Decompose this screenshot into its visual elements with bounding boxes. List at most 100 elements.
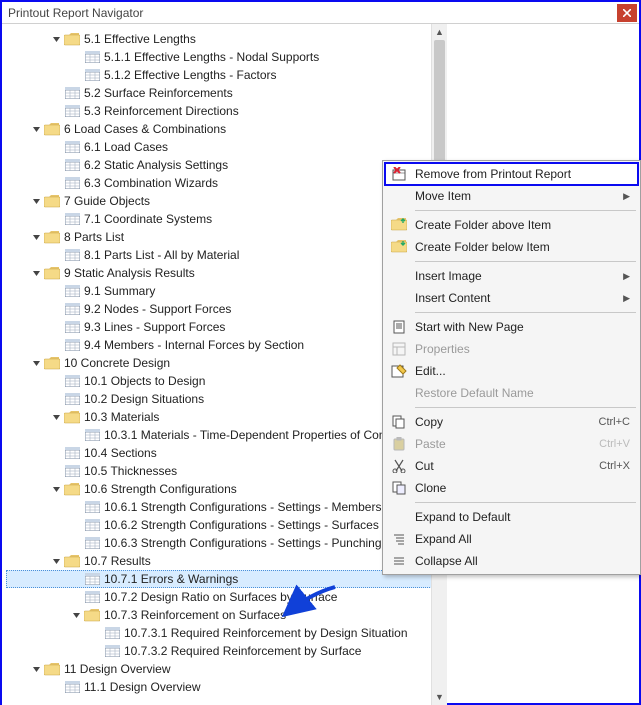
tree-row[interactable]: 10 Concrete Design: [6, 354, 446, 372]
menu-item[interactable]: Collapse All: [385, 550, 638, 572]
tree-row[interactable]: 6.1 Load Cases: [6, 138, 446, 156]
tree-row[interactable]: 5.2 Surface Reinforcements: [6, 84, 446, 102]
tree-row[interactable]: 5.3 Reinforcement Directions: [6, 102, 446, 120]
tree-row[interactable]: 10.2 Design Situations: [6, 390, 446, 408]
tree-row[interactable]: 7.1 Coordinate Systems: [6, 210, 446, 228]
tree-panel: 5.1 Effective Lengths5.1.1 Effective Len…: [2, 24, 447, 705]
menu-item-label: Edit...: [415, 364, 630, 378]
tree-item-label: 10.6.3 Strength Configurations - Setting…: [104, 534, 382, 552]
tree-item-label: 10.7 Results: [84, 552, 151, 570]
submenu-arrow-icon: ▶: [623, 271, 630, 282]
window-title: Printout Report Navigator: [8, 6, 617, 20]
tree-row[interactable]: 5.1.1 Effective Lengths - Nodal Supports: [6, 48, 446, 66]
folder-icon: [84, 608, 100, 622]
tree-row[interactable]: 6.2 Static Analysis Settings: [6, 156, 446, 174]
context-menu: Remove from Printout ReportMove Item▶Cre…: [382, 160, 641, 575]
tree-item-label: 11.1 Design Overview: [84, 678, 201, 696]
menu-item[interactable]: Move Item▶: [385, 185, 638, 207]
menu-item[interactable]: Clone: [385, 477, 638, 499]
tree-row[interactable]: 10.7.2 Design Ratio on Surfaces by Surfa…: [6, 588, 446, 606]
tree-row[interactable]: 9.1 Summary: [6, 282, 446, 300]
chevron-down-icon[interactable]: [50, 33, 62, 45]
menu-item-label: Create Folder below Item: [415, 240, 630, 254]
tree-item-label: 8.1 Parts List - All by Material: [84, 246, 239, 264]
tree-row[interactable]: 8 Parts List: [6, 228, 446, 246]
menu-item[interactable]: Start with New Page: [385, 316, 638, 338]
tree-row[interactable]: 10.7.1 Errors & Warnings: [6, 570, 446, 588]
tree-item-label: 10.7.3.1 Required Reinforcement by Desig…: [124, 624, 408, 642]
tree-row[interactable]: 10.7.3.1 Required Reinforcement by Desig…: [6, 624, 446, 642]
menu-item: PasteCtrl+V: [385, 433, 638, 455]
chevron-down-icon[interactable]: [30, 123, 42, 135]
chevron-down-icon[interactable]: [30, 267, 42, 279]
menu-item: Properties: [385, 338, 638, 360]
folder-icon: [44, 266, 60, 280]
tree-row[interactable]: 10.7.3 Reinforcement on Surfaces: [6, 606, 446, 624]
tree-row[interactable]: 10.6.3 Strength Configurations - Setting…: [6, 534, 446, 552]
table-icon: [64, 302, 80, 316]
tree-row[interactable]: 8.1 Parts List - All by Material: [6, 246, 446, 264]
tree-row[interactable]: 10.3 Materials: [6, 408, 446, 426]
table-icon: [64, 104, 80, 118]
chevron-down-icon[interactable]: [30, 663, 42, 675]
menu-item-label: Insert Content: [415, 291, 623, 305]
tree-row[interactable]: 10.6.1 Strength Configurations - Setting…: [6, 498, 446, 516]
tree[interactable]: 5.1 Effective Lengths5.1.1 Effective Len…: [2, 24, 446, 705]
folder-icon: [64, 554, 80, 568]
submenu-arrow-icon: ▶: [623, 191, 630, 202]
chevron-down-icon[interactable]: [50, 483, 62, 495]
page-icon: [389, 319, 409, 335]
tree-item-label: 5.3 Reinforcement Directions: [84, 102, 239, 120]
tree-row[interactable]: 9.2 Nodes - Support Forces: [6, 300, 446, 318]
tree-row[interactable]: 6 Load Cases & Combinations: [6, 120, 446, 138]
tree-item-label: 10.1 Objects to Design: [84, 372, 205, 390]
menu-item[interactable]: Insert Content▶: [385, 287, 638, 309]
tree-row[interactable]: 10.1 Objects to Design: [6, 372, 446, 390]
tree-item-label: 10.7.3.2 Required Reinforcement by Surfa…: [124, 642, 361, 660]
chevron-down-icon[interactable]: [50, 555, 62, 567]
tree-row[interactable]: 5.1.2 Effective Lengths - Factors: [6, 66, 446, 84]
table-icon: [64, 86, 80, 100]
tree-row[interactable]: 9 Static Analysis Results: [6, 264, 446, 282]
menu-item[interactable]: Create Folder below Item: [385, 236, 638, 258]
tree-row[interactable]: 10.7 Results: [6, 552, 446, 570]
menu-item-label: Properties: [415, 342, 630, 356]
tree-row[interactable]: 6.3 Combination Wizards: [6, 174, 446, 192]
menu-item[interactable]: Expand All: [385, 528, 638, 550]
scroll-up-button[interactable]: ▲: [432, 24, 447, 40]
chevron-down-icon[interactable]: [50, 411, 62, 423]
menu-item[interactable]: Create Folder above Item: [385, 214, 638, 236]
tree-row[interactable]: 10.7.3.2 Required Reinforcement by Surfa…: [6, 642, 446, 660]
menu-item[interactable]: Remove from Printout Report: [385, 163, 638, 185]
tree-item-label: 6.2 Static Analysis Settings: [84, 156, 228, 174]
tree-row[interactable]: 10.6.2 Strength Configurations - Setting…: [6, 516, 446, 534]
menu-item-label: Move Item: [415, 189, 623, 203]
chevron-down-icon[interactable]: [70, 609, 82, 621]
menu-item[interactable]: Edit...: [385, 360, 638, 382]
chevron-down-icon[interactable]: [30, 195, 42, 207]
tree-row[interactable]: 9.4 Members - Internal Forces by Section: [6, 336, 446, 354]
tree-row[interactable]: 11.1 Design Overview: [6, 678, 446, 696]
tree-row[interactable]: 7 Guide Objects: [6, 192, 446, 210]
menu-item[interactable]: CopyCtrl+C: [385, 411, 638, 433]
tree-row[interactable]: 10.6 Strength Configurations: [6, 480, 446, 498]
chevron-down-icon[interactable]: [30, 231, 42, 243]
chevron-down-icon[interactable]: [30, 357, 42, 369]
tree-row[interactable]: 10.4 Sections: [6, 444, 446, 462]
menu-item-label: Expand All: [415, 532, 630, 546]
table-icon: [84, 68, 100, 82]
tree-item-label: 9.2 Nodes - Support Forces: [84, 300, 231, 318]
tree-item-label: 9 Static Analysis Results: [64, 264, 195, 282]
tree-row[interactable]: 10.5 Thicknesses: [6, 462, 446, 480]
menu-separator: [415, 312, 636, 313]
menu-item[interactable]: Insert Image▶: [385, 265, 638, 287]
tree-row[interactable]: 5.1 Effective Lengths: [6, 30, 446, 48]
menu-item[interactable]: CutCtrl+X: [385, 455, 638, 477]
menu-item[interactable]: Expand to Default: [385, 506, 638, 528]
menu-item-label: Remove from Printout Report: [415, 167, 630, 181]
tree-row[interactable]: 10.3.1 Materials - Time-Dependent Proper…: [6, 426, 446, 444]
tree-row[interactable]: 11 Design Overview: [6, 660, 446, 678]
close-button[interactable]: [617, 4, 637, 22]
scroll-down-button[interactable]: ▼: [432, 689, 447, 705]
tree-row[interactable]: 9.3 Lines - Support Forces: [6, 318, 446, 336]
